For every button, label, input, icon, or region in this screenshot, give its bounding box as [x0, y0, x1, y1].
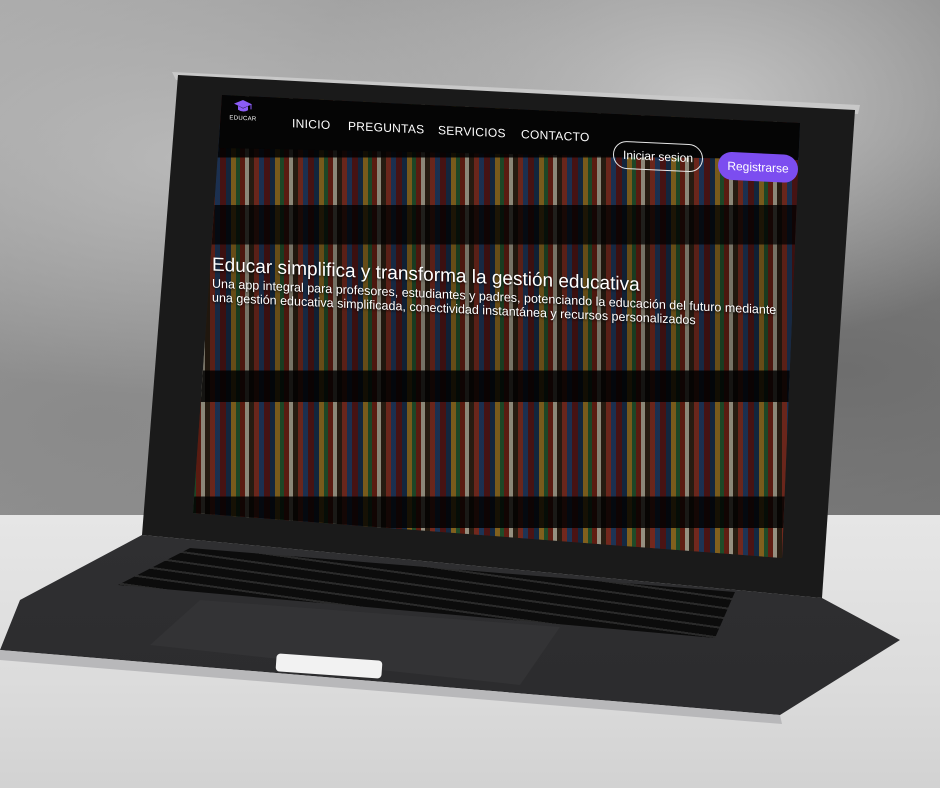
register-button[interactable]: Registrarse [718, 151, 798, 184]
logo[interactable]: EDUCAR [226, 98, 260, 123]
nav-preguntas[interactable]: PREGUNTAS [348, 119, 425, 137]
logo-text: EDUCAR [229, 115, 257, 123]
nav-servicios[interactable]: SERVICIOS [438, 123, 506, 140]
login-button[interactable]: Iniciar sesion [613, 140, 703, 173]
website-ui: EDUCAR INICIO PREGUNTAS SERVICIOS CONTAC… [212, 95, 800, 542]
nav-inicio[interactable]: INICIO [292, 116, 330, 132]
graduation-cap-icon [234, 99, 252, 112]
nav-contacto[interactable]: CONTACTO [521, 127, 590, 144]
